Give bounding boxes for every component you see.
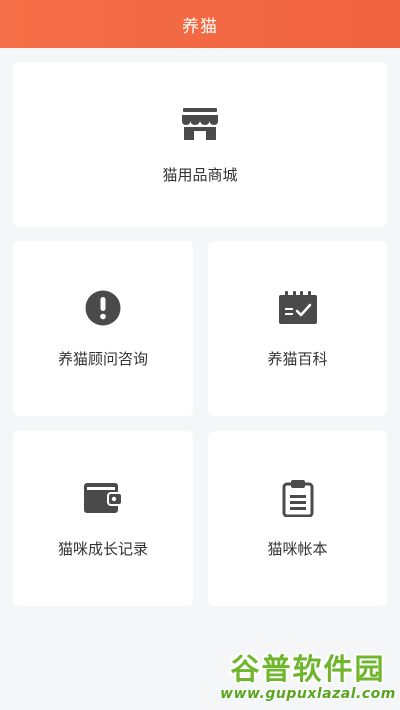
growth-label: 猫咪成长记录	[57, 540, 148, 558]
consult-card[interactable]: 养猫顾问咨询	[13, 241, 193, 416]
watermark-url: www.gupuxlazal.com	[220, 686, 396, 702]
wiki-label: 养猫百科	[267, 350, 328, 368]
shop-card[interactable]: 猫用品商城	[13, 62, 387, 227]
exclamation-circle-icon	[83, 288, 123, 328]
growth-card[interactable]: 猫咪成长记录	[13, 431, 193, 606]
page-title: 养猫	[182, 16, 218, 37]
wallet-icon	[83, 478, 123, 518]
watermark-title: 谷普软件园	[230, 652, 386, 686]
clipboard-icon	[278, 478, 318, 518]
consult-label: 养猫顾问咨询	[57, 350, 148, 368]
calendar-check-icon	[278, 288, 318, 328]
app-header: 养猫	[0, 0, 400, 48]
watermark: 谷普软件园 www.gupuxlazal.com	[219, 647, 397, 707]
shop-label: 猫用品商城	[162, 166, 238, 184]
wiki-card[interactable]: 养猫百科	[208, 241, 387, 416]
store-icon	[180, 104, 220, 144]
ledger-label: 猫咪帐本	[267, 540, 328, 558]
ledger-card[interactable]: 猫咪帐本	[208, 431, 387, 606]
